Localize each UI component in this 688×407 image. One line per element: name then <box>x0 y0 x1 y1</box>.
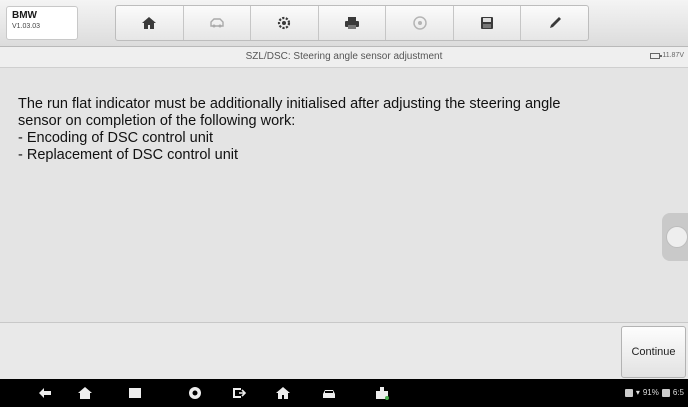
save-button[interactable] <box>454 6 522 40</box>
recent-apps-button[interactable] <box>126 385 144 401</box>
top-toolbar-area: BMW V1.03.03 <box>0 0 688 47</box>
floating-side-handle[interactable] <box>662 213 688 261</box>
car-icon <box>323 390 335 398</box>
recent-apps-icon <box>129 388 141 398</box>
back-button[interactable] <box>36 385 54 401</box>
message-line: sensor on completion of the following wo… <box>18 113 296 129</box>
pro-shortcut[interactable] <box>370 385 394 401</box>
continue-button[interactable]: Continue <box>621 326 686 378</box>
edit-icon <box>549 17 561 28</box>
voltage-indicator: 11.87V <box>650 52 684 59</box>
home-button[interactable] <box>116 6 184 40</box>
vehicle-brand-badge: BMW V1.03.03 <box>6 6 78 40</box>
side-handle-knob-icon <box>666 226 688 248</box>
instruction-message: The run flat indicator must be additiona… <box>18 96 668 164</box>
vehicle-shortcut[interactable] <box>320 385 338 401</box>
settings-icon <box>278 16 291 30</box>
home-nav-button[interactable] <box>76 385 94 401</box>
android-navigation-bar: ▾ 91% 6:5 <box>0 379 688 407</box>
battery-icon <box>650 52 663 59</box>
home-icon <box>276 387 290 399</box>
message-line: - Encoding of DSC control unit <box>18 130 214 146</box>
pro-app-icon <box>376 387 389 400</box>
print-button[interactable] <box>319 6 387 40</box>
toolbar <box>115 5 589 41</box>
battery-icon <box>661 388 670 397</box>
vehicle-swap-button[interactable] <box>184 6 252 40</box>
home-icon <box>78 387 92 399</box>
brand-version: V1.03.03 <box>12 23 41 30</box>
edit-button[interactable] <box>521 6 588 40</box>
page-title: SZL/DSC: Steering angle sensor adjustmen… <box>245 51 443 62</box>
system-status: ▾ 91% 6:5 <box>624 388 684 397</box>
browser-shortcut[interactable] <box>186 385 204 401</box>
browser-icon <box>189 387 201 399</box>
wifi-icon: ▾ <box>635 388 640 397</box>
vehicle-swap-icon <box>210 18 224 28</box>
help-icon <box>412 16 427 30</box>
battery-percent: 91% <box>642 388 659 397</box>
diagnostic-home-shortcut[interactable] <box>274 385 292 401</box>
back-arrow-icon <box>39 388 51 398</box>
exit-shortcut[interactable] <box>230 385 248 401</box>
voltage-value: 11.87V <box>662 52 684 59</box>
help-button[interactable] <box>386 6 454 40</box>
settings-button[interactable] <box>251 6 319 40</box>
exit-icon <box>233 388 247 398</box>
save-icon <box>481 17 494 29</box>
message-line: - Replacement of DSC control unit <box>18 147 239 163</box>
function-title-bar: SZL/DSC: Steering angle sensor adjustmen… <box>0 47 688 68</box>
action-bar: Continue <box>0 322 688 379</box>
print-icon <box>345 17 360 29</box>
notification-icon <box>624 388 633 397</box>
message-line: The run flat indicator must be additiona… <box>18 96 561 112</box>
clock: 6:5 <box>672 388 684 397</box>
home-icon <box>142 17 157 29</box>
brand-name: BMW <box>12 10 37 21</box>
